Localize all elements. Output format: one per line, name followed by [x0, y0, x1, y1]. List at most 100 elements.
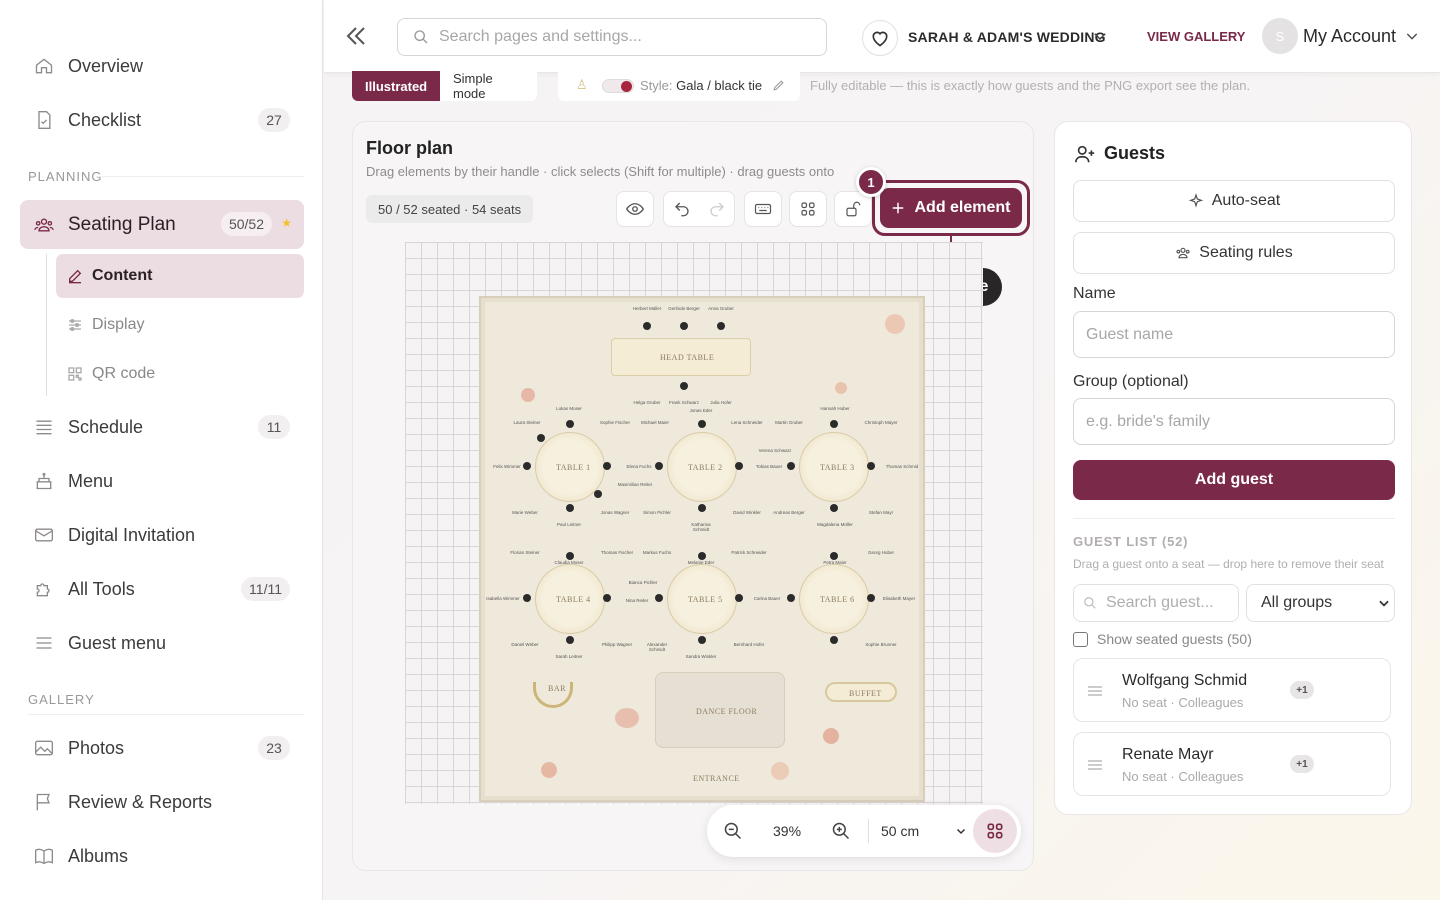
undo-icon[interactable] [673, 200, 691, 218]
chevron-down-icon[interactable] [955, 825, 967, 837]
keyboard-button[interactable] [744, 191, 782, 227]
seating-rules-button[interactable]: Seating rules [1073, 232, 1395, 274]
round-table-6[interactable]: TABLE 6 [799, 564, 869, 634]
sidebar-item-albums[interactable]: Albums [20, 833, 304, 879]
chair[interactable] [603, 594, 611, 602]
sidebar-item-seating-plan[interactable]: Seating Plan 50/52 ★ [20, 200, 304, 249]
zoom-out-icon[interactable] [723, 821, 743, 841]
layout-button[interactable] [789, 191, 827, 227]
count-badge: 11/11 [241, 577, 290, 601]
preview-button[interactable] [616, 191, 654, 227]
sidebar-item-guest-menu[interactable]: Guest menu [20, 620, 304, 666]
sidebar-item-digital-invitation[interactable]: Digital Invitation [20, 512, 304, 558]
round-table-5[interactable]: TABLE 5 [667, 564, 737, 634]
round-table-3[interactable]: TABLE 3 [799, 432, 869, 502]
chair[interactable] [867, 594, 875, 602]
onboarding-step-badge: 1 [856, 167, 886, 197]
sidebar-item-label: Guest menu [68, 632, 167, 653]
chair[interactable] [867, 462, 875, 470]
drag-handle-icon[interactable] [1088, 760, 1102, 770]
chair[interactable] [787, 462, 795, 470]
round-table-2[interactable]: TABLE 2 [667, 432, 737, 502]
add-guest-button[interactable]: Add guest [1073, 460, 1395, 500]
people-icon [34, 218, 54, 232]
sidebar-item-menu[interactable]: Menu [20, 458, 304, 504]
sidebar-item-review-reports[interactable]: Review & Reports [20, 779, 304, 825]
redo-icon[interactable] [708, 200, 726, 218]
floor-plan-canvas[interactable]: HEAD TABLE Herbert Müller Gerlinde Berge… [405, 242, 983, 804]
grid-size-select[interactable]: 50 cm [881, 823, 919, 839]
show-seated-checkbox[interactable] [1073, 632, 1088, 647]
buffet[interactable]: BUFFET [825, 682, 897, 702]
event-selector[interactable]: SARAH & ADAM'S WEDDING [908, 29, 1106, 45]
chair[interactable] [680, 382, 688, 390]
heart-button[interactable] [862, 20, 898, 56]
view-gallery-link[interactable]: VIEW GALLERY [1147, 29, 1245, 44]
chair[interactable] [594, 490, 602, 498]
sidebar-item-schedule[interactable]: Schedule 11 [20, 404, 304, 450]
chevron-down-icon[interactable] [1091, 27, 1109, 45]
collapse-sidebar-icon[interactable] [344, 24, 368, 48]
chair[interactable] [566, 504, 574, 512]
chair[interactable] [830, 420, 838, 428]
chair[interactable] [698, 504, 706, 512]
dance-floor[interactable]: DANCE FLOOR [655, 672, 785, 748]
search-input[interactable] [397, 18, 827, 56]
pencil-icon[interactable] [772, 79, 785, 92]
chair[interactable] [787, 594, 795, 602]
chevron-down-icon[interactable] [1404, 28, 1420, 44]
unlock-icon [846, 201, 861, 217]
guest-search-input[interactable] [1073, 584, 1239, 622]
simple-mode-button[interactable]: Simple mode [440, 71, 537, 101]
sidebar-item-photos[interactable]: Photos 23 [20, 725, 304, 771]
sidebar-item-all-tools[interactable]: All Tools 11/11 [20, 566, 304, 612]
subitem-qr-code[interactable]: QR code [56, 352, 304, 396]
group-field[interactable] [1073, 398, 1395, 445]
chair[interactable] [680, 322, 688, 330]
round-table-4[interactable]: TABLE 4 [535, 564, 605, 634]
add-element-button[interactable]: Add element [880, 188, 1022, 228]
chair[interactable] [566, 420, 574, 428]
chair[interactable] [523, 594, 531, 602]
auto-seat-button[interactable]: Auto-seat [1073, 180, 1395, 222]
grid-toggle-button[interactable] [973, 809, 1017, 853]
sidebar-item-overview[interactable]: Overview [20, 43, 304, 89]
chair[interactable] [655, 594, 663, 602]
guest-name: Nina Reiter [625, 598, 649, 603]
chair[interactable] [717, 322, 725, 330]
account-menu[interactable]: My Account [1303, 26, 1396, 47]
group-filter-select[interactable]: All groups [1246, 584, 1395, 622]
guest-name: Isabella Wimmer [486, 596, 520, 601]
bar[interactable]: BAR [533, 682, 573, 708]
guest-name: Katharina Schmidt [691, 522, 711, 532]
style-toggle[interactable] [602, 79, 634, 93]
chair[interactable] [830, 636, 838, 644]
chair[interactable] [566, 552, 574, 560]
chair[interactable] [735, 594, 743, 602]
chair[interactable] [537, 434, 545, 442]
guest-list-item[interactable]: Wolfgang Schmid No seat · Colleagues +1 [1073, 658, 1391, 722]
style-picker[interactable]: ♙ Style: Gala / black tie [558, 71, 800, 101]
chair[interactable] [830, 552, 838, 560]
chair[interactable] [698, 552, 706, 560]
chair[interactable] [735, 462, 743, 470]
guest-name-field[interactable] [1073, 311, 1395, 358]
guest-list-item[interactable]: Renate Mayr No seat · Colleagues +1 [1073, 732, 1391, 796]
chair[interactable] [830, 504, 838, 512]
head-table[interactable]: HEAD TABLE [611, 338, 751, 376]
avatar[interactable]: S [1262, 18, 1298, 54]
subitem-display[interactable]: Display [56, 303, 304, 347]
subitem-content[interactable]: Content [56, 254, 304, 298]
guest-name: Paul Leitner [556, 522, 582, 527]
chair[interactable] [643, 322, 651, 330]
chair[interactable] [698, 420, 706, 428]
chair[interactable] [698, 636, 706, 644]
illustrated-mode-button[interactable]: Illustrated [352, 71, 440, 101]
sidebar-item-label: All Tools [68, 578, 135, 599]
sidebar-item-checklist[interactable]: Checklist 27 [20, 97, 304, 143]
chevron-down-icon[interactable] [1377, 596, 1391, 610]
chair[interactable] [566, 636, 574, 644]
zoom-in-icon[interactable] [831, 821, 851, 841]
drag-handle-icon[interactable] [1088, 686, 1102, 696]
chair[interactable] [603, 462, 611, 470]
